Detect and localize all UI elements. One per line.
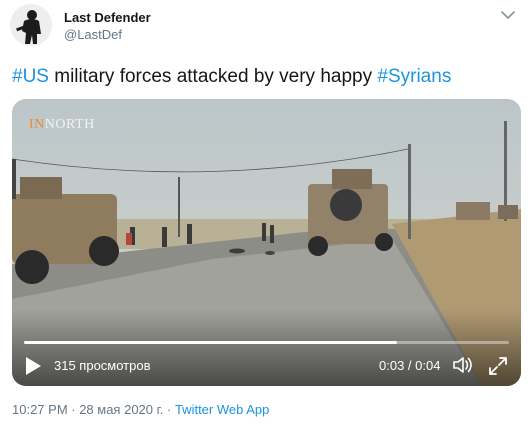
volume-icon[interactable] (452, 355, 474, 375)
tweet-meta: 10:27 PM · 28 мая 2020 г. · Twitter Web … (12, 402, 269, 417)
video-watermark: INNORTH (29, 117, 95, 132)
author-handle[interactable]: @LastDef (64, 26, 151, 44)
avatar[interactable] (10, 4, 52, 46)
tweet-body: military forces attacked by very happy (48, 66, 378, 87)
view-count: 315 просмотров (54, 358, 151, 373)
playback-time: 0:03 / 0:04 (379, 358, 441, 373)
meta-separator: · (163, 402, 175, 417)
progress-bar[interactable] (24, 341, 509, 344)
tweet-card: Last Defender @LastDef #US military forc… (0, 0, 531, 425)
video-controls: 315 просмотров 0:03 / 0:04 (12, 349, 521, 383)
tweet-text: #US military forces attacked by very hap… (12, 65, 451, 89)
fullscreen-icon[interactable] (488, 356, 508, 376)
hashtag-syrians[interactable]: #Syrians (377, 66, 451, 87)
author-info[interactable]: Last Defender @LastDef (64, 10, 151, 44)
video-player[interactable]: INNORTH 315 просмотров 0:03 / 0:04 (12, 99, 521, 386)
play-icon[interactable] (24, 356, 42, 376)
tweet-timestamp[interactable]: 10:27 PM · 28 мая 2020 г. (12, 402, 163, 417)
author-name[interactable]: Last Defender (64, 10, 151, 26)
tweet-source[interactable]: Twitter Web App (175, 402, 269, 417)
hashtag-us[interactable]: #US (12, 66, 49, 87)
progress-fill (24, 341, 398, 344)
chevron-down-icon[interactable] (499, 8, 517, 22)
